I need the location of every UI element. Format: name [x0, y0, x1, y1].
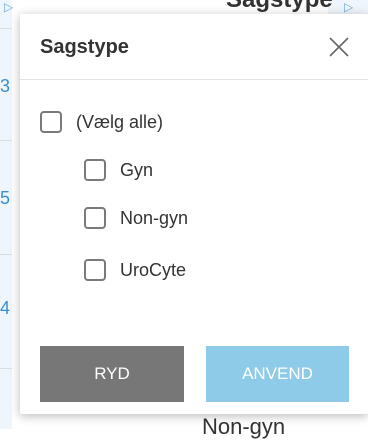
dialog-header: Sagstype	[20, 14, 368, 80]
background-cell-value: Non-gyn	[202, 414, 286, 439]
filter-dialog: Sagstype (Vælg alle) Gyn Non-gyn UroCyte…	[20, 14, 368, 414]
background-cell-value: 3	[0, 76, 11, 96]
row-divider	[0, 254, 12, 255]
option-label: Gyn	[120, 159, 154, 180]
background-cell-value: 5	[0, 188, 11, 208]
option-gyn[interactable]: Gyn	[84, 157, 153, 183]
option-urocyte[interactable]: UroCyte	[84, 257, 186, 283]
background-column-header: Sagstype	[226, 0, 333, 14]
sort-arrow-icon: ▷	[344, 0, 354, 14]
select-all-checkbox[interactable]	[40, 111, 62, 133]
dialog-title: Sagstype	[40, 36, 129, 58]
row-divider	[0, 368, 12, 369]
background-left-column	[0, 0, 12, 429]
option-non-gyn[interactable]: Non-gyn	[84, 205, 188, 231]
non-gyn-checkbox[interactable]	[84, 207, 106, 229]
row-divider	[0, 28, 12, 29]
gyn-checkbox[interactable]	[84, 159, 106, 181]
apply-button[interactable]: ANVEND	[206, 346, 349, 402]
option-label: Non-gyn	[120, 207, 189, 228]
option-label: UroCyte	[120, 259, 187, 280]
option-label: (Vælg alle)	[76, 111, 164, 132]
sort-arrow-icon: ▷	[4, 0, 14, 14]
close-button[interactable]	[326, 34, 352, 60]
clear-button[interactable]: RYD	[40, 346, 184, 402]
option-select-all[interactable]: (Vælg alle)	[40, 109, 163, 135]
row-divider	[0, 140, 12, 141]
close-x-icon	[329, 37, 349, 57]
background-cell-value: 4	[0, 298, 11, 318]
urocyte-checkbox[interactable]	[84, 259, 106, 281]
